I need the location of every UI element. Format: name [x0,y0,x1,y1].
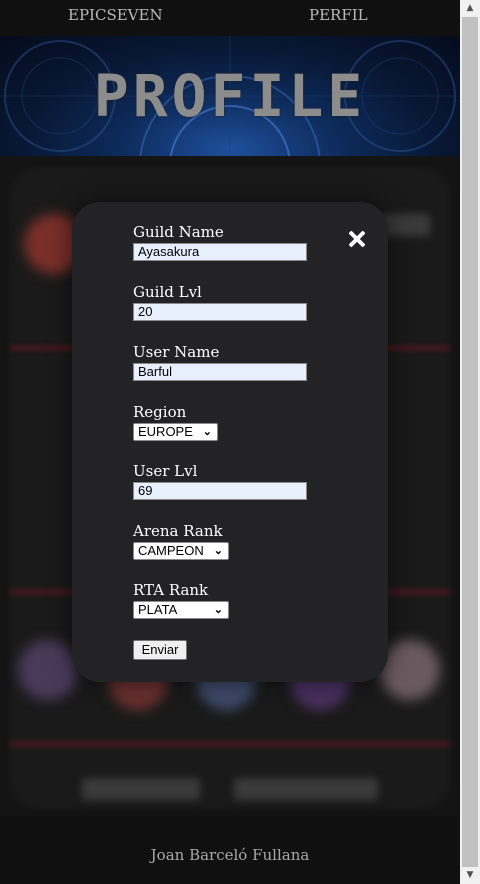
user-lvl-input[interactable]: 69 [133,482,307,500]
footer-author: Joan Barceló Fullana [150,846,310,864]
rta-rank-select[interactable]: PLATA ⌄ [133,601,229,619]
page-title: PROFILE [93,62,367,130]
rta-rank-label: RTA Rank [133,581,209,599]
arena-rank-label: Arena Rank [133,522,223,540]
guild-lvl-input[interactable]: 20 [133,303,307,321]
chevron-down-icon: ⌄ [202,426,212,438]
hero-banner: PROFILE [0,36,460,156]
submit-button[interactable]: Enviar [133,640,187,660]
user-name-label: User Name [133,343,220,361]
arena-rank-select[interactable]: CAMPEON ⌄ [133,542,229,560]
edit-profile-modal: Guild Name Ayasakura Guild Lvl 20 User N… [72,202,388,682]
nav-link-perfil[interactable]: PERFIL [309,6,368,24]
chevron-down-icon: ⌄ [213,545,223,557]
user-name-input[interactable]: Barful [133,363,307,381]
user-lvl-label: User Lvl [133,462,198,480]
top-nav: EPICSEVEN PERFIL [0,0,460,36]
divider [10,742,450,746]
scroll-up-icon[interactable]: ▲ [460,0,480,17]
scrollbar[interactable]: ▲ ▼ [460,0,480,884]
rta-rank-selected-value: PLATA [138,602,178,617]
region-label: Region [133,403,187,421]
scrollbar-thumb[interactable] [462,17,478,867]
avatar [380,640,440,700]
guild-lvl-label: Guild Lvl [133,283,202,301]
guild-name-input[interactable]: Ayasakura [133,243,307,261]
avatar [18,640,78,700]
blurred-button [82,778,200,800]
footer: Joan Barceló Fullana [0,816,460,884]
blurred-button [234,778,378,800]
scroll-down-icon[interactable]: ▼ [460,867,480,884]
close-icon[interactable] [346,228,368,250]
chevron-down-icon: ⌄ [213,604,223,616]
guild-name-label: Guild Name [133,223,224,241]
region-selected-value: EUROPE [138,424,193,439]
nav-link-epicseven[interactable]: EPICSEVEN [68,6,163,24]
arena-rank-selected-value: CAMPEON [138,543,204,558]
region-select[interactable]: EUROPE ⌄ [133,423,218,441]
